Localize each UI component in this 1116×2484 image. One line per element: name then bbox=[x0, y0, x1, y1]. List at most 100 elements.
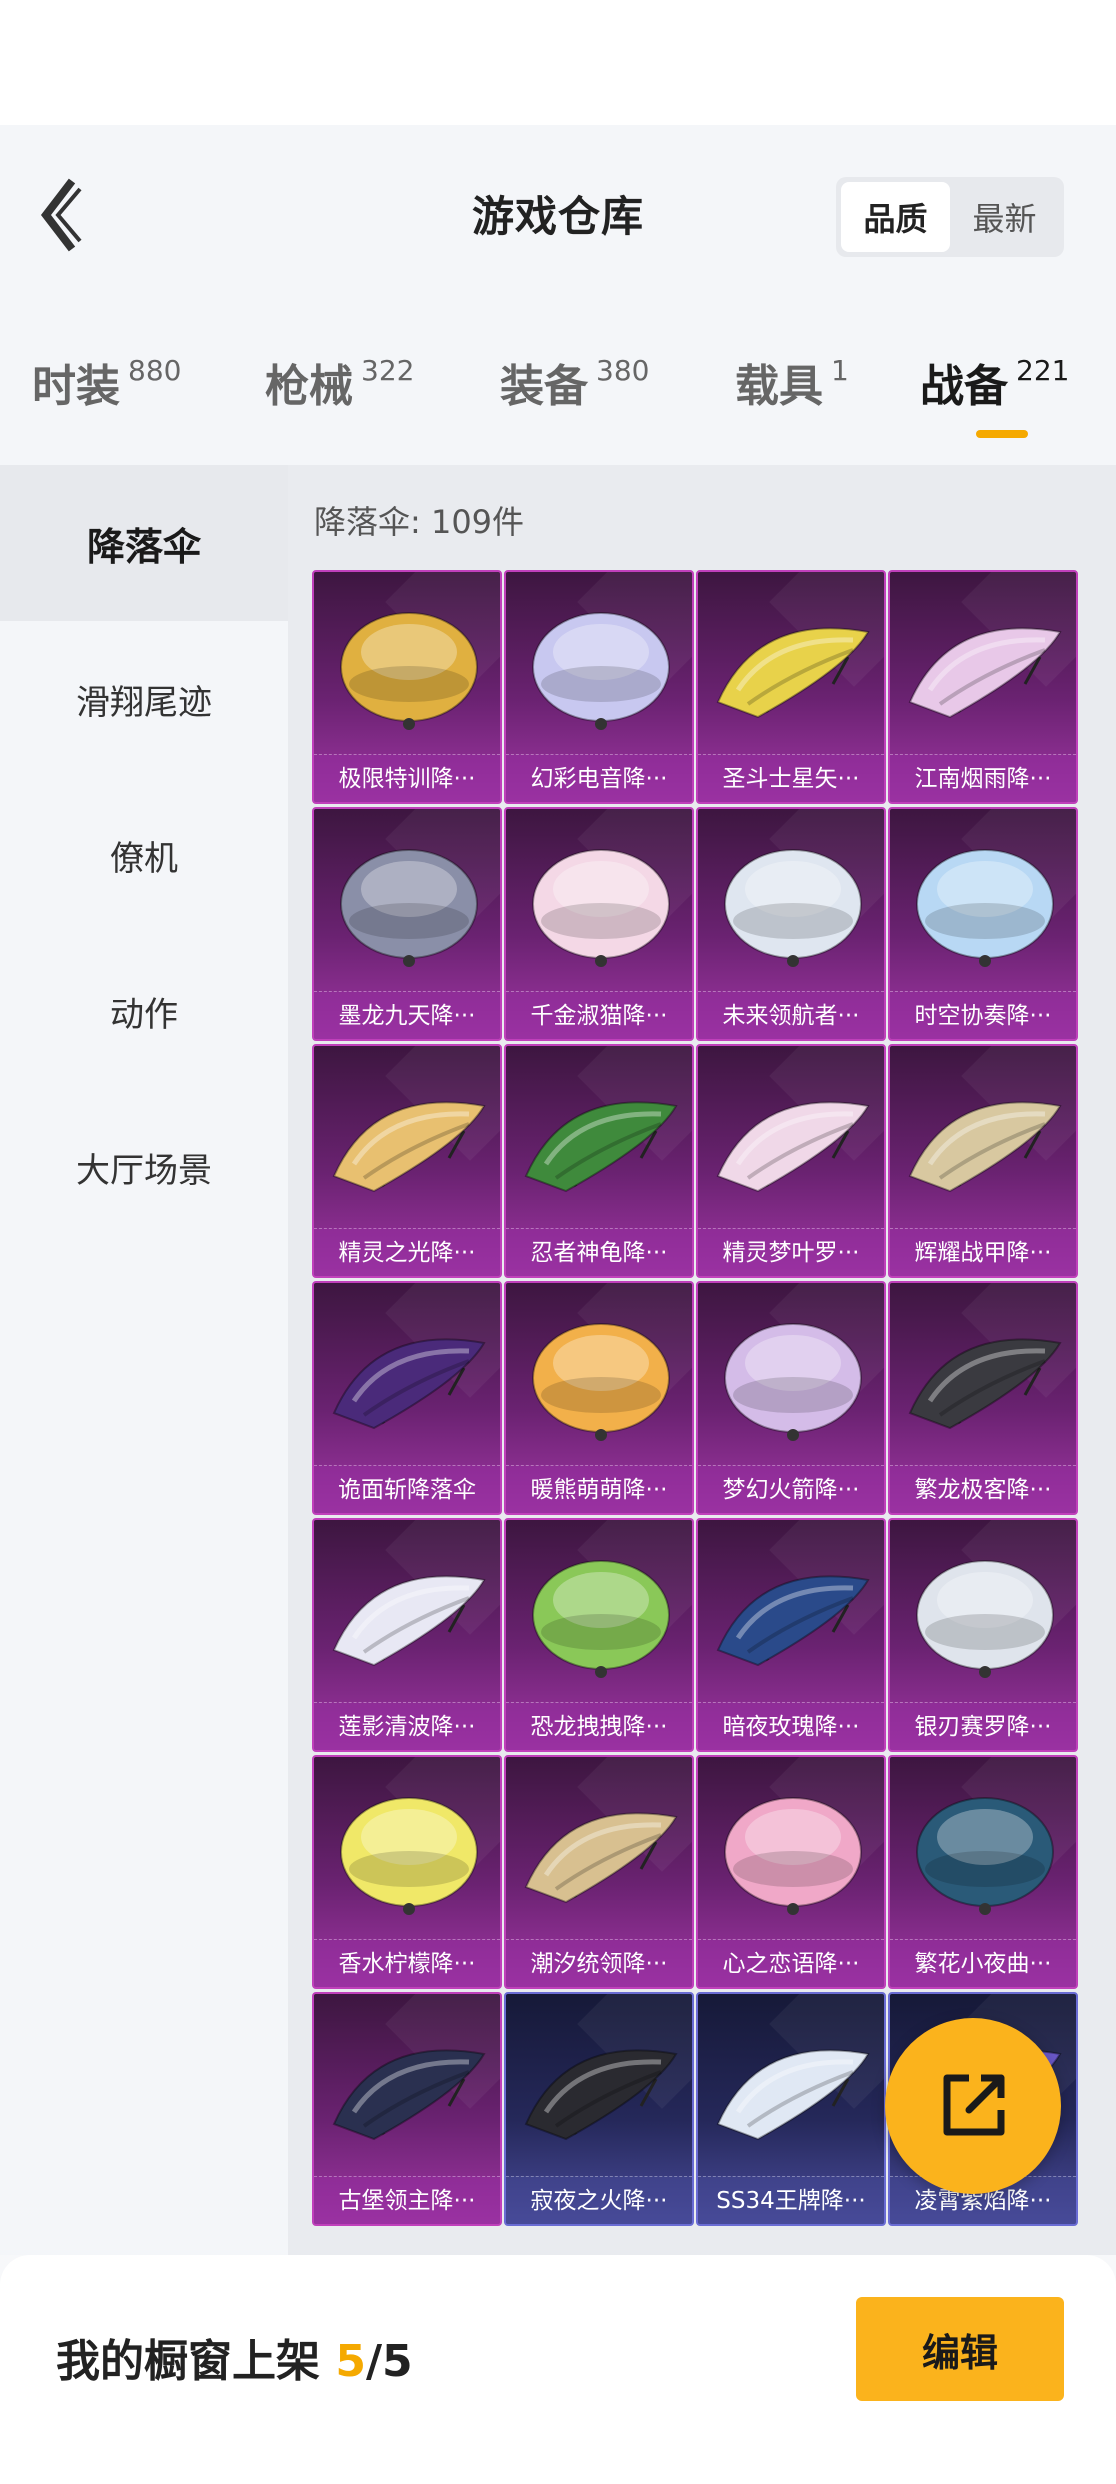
item-card[interactable]: 极限特训降··· bbox=[312, 570, 502, 804]
sidebar-item-companion[interactable]: 僚机 bbox=[0, 777, 288, 933]
item-name: 精灵梦叶罗··· bbox=[698, 1228, 884, 1276]
item-content-area: 降落伞: 109件 极限特训降··· 幻彩电音降··· 圣斗士星矢··· 江南烟雨降·… bbox=[288, 465, 1116, 2255]
item-name: 千金淑猫降··· bbox=[506, 991, 692, 1039]
parachute-icon bbox=[716, 1575, 870, 1667]
tab-count: 221 bbox=[1016, 354, 1070, 387]
active-tab-indicator bbox=[976, 430, 1028, 438]
parachute-icon bbox=[716, 627, 870, 719]
item-card[interactable]: 精灵梦叶罗··· bbox=[696, 1044, 886, 1278]
item-card[interactable]: 江南烟雨降··· bbox=[888, 570, 1078, 804]
item-card[interactable]: 墨龙九天降··· bbox=[312, 807, 502, 1041]
edit-button[interactable]: 编辑 bbox=[856, 2297, 1064, 2401]
sidebar: 降落伞 滑翔尾迹 僚机 动作 大厅场景 bbox=[0, 465, 288, 2255]
sort-toggle: 品质 最新 bbox=[836, 177, 1064, 257]
item-card[interactable]: 千金淑猫降··· bbox=[504, 807, 694, 1041]
tab-outfit[interactable]: 时装 880 bbox=[32, 350, 181, 414]
item-card[interactable]: 幻彩电音降··· bbox=[504, 570, 694, 804]
parachute-icon bbox=[532, 1323, 670, 1441]
item-card[interactable]: 恐龙拽拽降··· bbox=[504, 1518, 694, 1752]
showcase-status: 我的橱窗上架 5/5 bbox=[56, 2325, 413, 2389]
item-name: 诡面斩降落伞 bbox=[314, 1465, 500, 1513]
item-card[interactable]: 未来领航者··· bbox=[696, 807, 886, 1041]
sidebar-item-glide-trail[interactable]: 滑翔尾迹 bbox=[0, 621, 288, 777]
parachute-icon bbox=[332, 1575, 486, 1667]
item-card[interactable]: 圣斗士星矢··· bbox=[696, 570, 886, 804]
parachute-icon bbox=[724, 1323, 862, 1441]
category-tabs: 时装 880 枪械 322 装备 380 载具 1 战备 221 bbox=[0, 340, 1116, 440]
item-card[interactable]: 辉耀战甲降··· bbox=[888, 1044, 1078, 1278]
item-card[interactable]: 古堡领主降··· bbox=[312, 1992, 502, 2226]
showcase-label: 我的橱窗上架 bbox=[56, 2336, 336, 2387]
item-name: 梦幻火箭降··· bbox=[698, 1465, 884, 1513]
tab-weapons[interactable]: 枪械 322 bbox=[265, 350, 414, 414]
sort-option-newest[interactable]: 最新 bbox=[950, 182, 1059, 252]
item-card[interactable]: 忍者神龟降··· bbox=[504, 1044, 694, 1278]
item-card[interactable]: 潮汐统领降··· bbox=[504, 1755, 694, 1989]
item-name: 莲影清波降··· bbox=[314, 1702, 500, 1750]
item-card[interactable]: 梦幻火箭降··· bbox=[696, 1281, 886, 1515]
item-card[interactable]: 精灵之光降··· bbox=[312, 1044, 502, 1278]
sidebar-item-emote[interactable]: 动作 bbox=[0, 933, 288, 1089]
sidebar-item-parachute[interactable]: 降落伞 bbox=[0, 465, 288, 621]
item-card[interactable]: 时空协奏降··· bbox=[888, 807, 1078, 1041]
item-card[interactable]: 繁龙极客降··· bbox=[888, 1281, 1078, 1515]
sort-option-quality[interactable]: 品质 bbox=[841, 182, 950, 252]
parachute-icon bbox=[332, 2049, 486, 2141]
item-name: 繁花小夜曲··· bbox=[890, 1939, 1076, 1987]
item-name: 恐龙拽拽降··· bbox=[506, 1702, 692, 1750]
share-button[interactable] bbox=[885, 2018, 1061, 2194]
item-name: 寂夜之火降··· bbox=[506, 2176, 692, 2224]
parachute-icon bbox=[724, 849, 862, 967]
parachute-icon bbox=[340, 849, 478, 967]
item-name: 极限特训降··· bbox=[314, 754, 500, 802]
item-name: SS34王牌降··· bbox=[698, 2176, 884, 2224]
item-name: 辉耀战甲降··· bbox=[890, 1228, 1076, 1276]
item-name: 幻彩电音降··· bbox=[506, 754, 692, 802]
item-name: 墨龙九天降··· bbox=[314, 991, 500, 1039]
showcase-total-count: /5 bbox=[365, 2336, 413, 2387]
tab-label: 战备 bbox=[920, 361, 1008, 412]
item-card[interactable]: 诡面斩降落伞 bbox=[312, 1281, 502, 1515]
item-name: 暗夜玫瑰降··· bbox=[698, 1702, 884, 1750]
parachute-icon bbox=[340, 1797, 478, 1915]
parachute-icon bbox=[340, 612, 478, 730]
parachute-icon bbox=[532, 849, 670, 967]
tab-equipment[interactable]: 装备 380 bbox=[500, 350, 649, 414]
parachute-icon bbox=[332, 1101, 486, 1193]
tab-gear[interactable]: 战备 221 bbox=[920, 350, 1069, 414]
item-count: 降落伞: 109件 bbox=[314, 503, 525, 541]
sidebar-item-lobby-scene[interactable]: 大厅场景 bbox=[0, 1089, 288, 1245]
parachute-icon bbox=[332, 1338, 486, 1430]
item-card[interactable]: 暖熊萌萌降··· bbox=[504, 1281, 694, 1515]
item-name: 江南烟雨降··· bbox=[890, 754, 1076, 802]
parachute-icon bbox=[916, 1797, 1054, 1915]
item-card[interactable]: 银刃赛罗降··· bbox=[888, 1518, 1078, 1752]
tab-count: 880 bbox=[128, 354, 182, 387]
bottom-bar: 我的橱窗上架 5/5 编辑 bbox=[0, 2255, 1116, 2484]
tab-label: 载具 bbox=[735, 361, 823, 412]
item-card[interactable]: 繁花小夜曲··· bbox=[888, 1755, 1078, 1989]
item-card[interactable]: 莲影清波降··· bbox=[312, 1518, 502, 1752]
parachute-icon bbox=[724, 1797, 862, 1915]
item-name: 古堡领主降··· bbox=[314, 2176, 500, 2224]
parachute-icon bbox=[524, 1101, 678, 1193]
item-name: 潮汐统领降··· bbox=[506, 1939, 692, 1987]
item-name: 圣斗士星矢··· bbox=[698, 754, 884, 802]
parachute-icon bbox=[716, 2049, 870, 2141]
item-card[interactable]: 寂夜之火降··· bbox=[504, 1992, 694, 2226]
item-card[interactable]: SS34王牌降··· bbox=[696, 1992, 886, 2226]
tab-count: 380 bbox=[596, 354, 650, 387]
parachute-icon bbox=[908, 1338, 1062, 1430]
item-name: 暖熊萌萌降··· bbox=[506, 1465, 692, 1513]
parachute-icon bbox=[916, 1560, 1054, 1678]
parachute-icon bbox=[532, 612, 670, 730]
item-name: 心之恋语降··· bbox=[698, 1939, 884, 1987]
item-card[interactable]: 香水柠檬降··· bbox=[312, 1755, 502, 1989]
showcase-current-count: 5 bbox=[335, 2336, 366, 2387]
tab-count: 1 bbox=[831, 354, 849, 387]
tab-vehicles[interactable]: 载具 1 bbox=[735, 350, 849, 414]
item-card[interactable]: 心之恋语降··· bbox=[696, 1755, 886, 1989]
status-bar bbox=[0, 0, 1116, 125]
parachute-icon bbox=[524, 2049, 678, 2141]
item-card[interactable]: 暗夜玫瑰降··· bbox=[696, 1518, 886, 1752]
